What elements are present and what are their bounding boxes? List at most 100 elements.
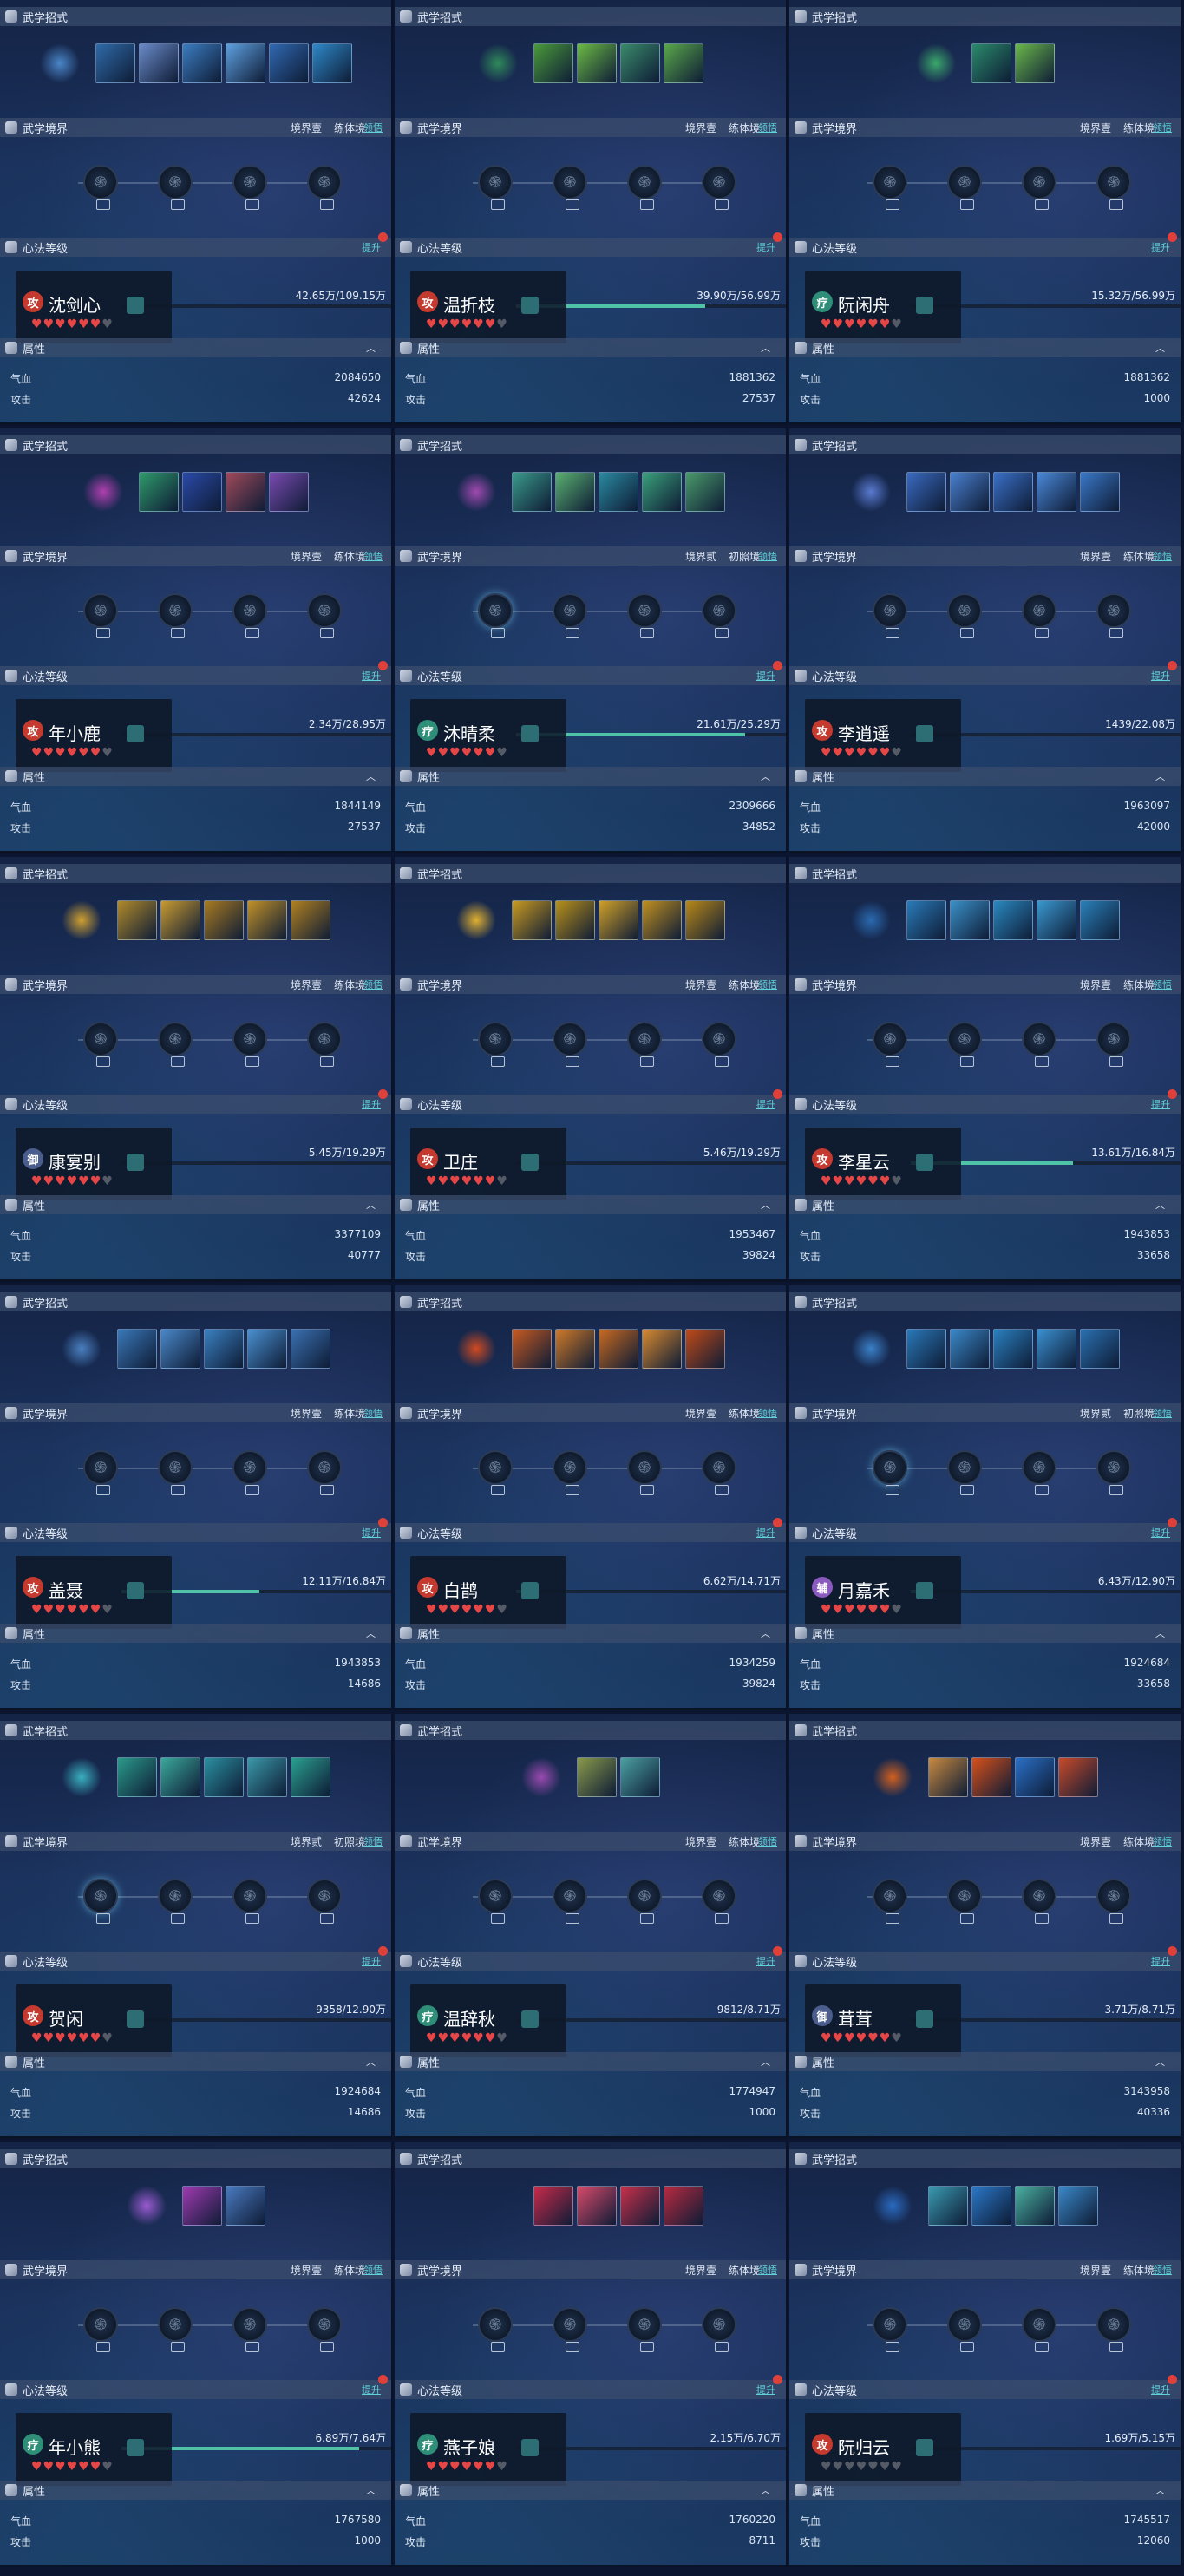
realm-node[interactable]: ֍ [478, 165, 513, 210]
skill-icon[interactable] [906, 1329, 946, 1369]
character-card[interactable]: 攻白鹊 ♥♥♥♥♥♥♥ [410, 1556, 566, 1629]
chevron-up-icon[interactable]: ︿ [761, 2483, 770, 2497]
skill-icon[interactable] [598, 1329, 638, 1369]
skill-icon[interactable] [225, 2186, 265, 2226]
character-card[interactable]: 辅月嘉禾 ♥♥♥♥♥♥♥ [805, 1556, 961, 1629]
main-skill-icon[interactable] [61, 1757, 101, 1797]
skill-icon[interactable] [181, 2186, 222, 2226]
main-skill-icon[interactable] [82, 472, 123, 512]
realm-node[interactable]: ֍ [478, 2307, 513, 2352]
upgrade-link[interactable]: 提升 [1151, 1097, 1170, 1111]
upgrade-link[interactable]: 提升 [362, 1097, 381, 1111]
skill-icon[interactable] [641, 900, 682, 940]
realm-node[interactable]: ֍ [873, 1879, 907, 1924]
realm-node[interactable]: ֍ [947, 2307, 982, 2352]
upgrade-link[interactable]: 提升 [1151, 669, 1170, 683]
character-card[interactable]: 御茸茸 ♥♥♥♥♥♥♥ [805, 1984, 961, 2057]
character-card[interactable]: 攻沈剑心 ♥♥♥♥♥♥♥ [16, 271, 172, 343]
upgrade-link[interactable]: 提升 [362, 2383, 381, 2396]
realm-node[interactable]: ֍ [158, 1879, 193, 1924]
skill-icon[interactable] [641, 1329, 682, 1369]
main-skill-icon[interactable] [455, 900, 496, 940]
realm-node[interactable]: ֍ [478, 1022, 513, 1067]
skill-icon[interactable] [554, 1329, 595, 1369]
skill-icon[interactable] [684, 1329, 725, 1369]
skill-icon[interactable] [181, 472, 222, 512]
realm-node[interactable]: ֍ [1022, 1450, 1056, 1495]
realm-node[interactable]: ֍ [307, 1022, 342, 1067]
chevron-up-icon[interactable]: ︿ [1155, 1626, 1165, 1640]
upgrade-link[interactable]: 提升 [756, 2383, 775, 2396]
main-skill-icon[interactable] [872, 1757, 913, 1797]
comprehend-link[interactable]: 领悟 [363, 977, 383, 991]
realm-node[interactable]: ֍ [627, 1022, 662, 1067]
skill-icon[interactable] [971, 2186, 1011, 2226]
main-skill-icon[interactable] [850, 900, 891, 940]
realm-node[interactable]: ֍ [1096, 1450, 1131, 1495]
chevron-up-icon[interactable]: ︿ [366, 1626, 376, 1640]
chevron-up-icon[interactable]: ︿ [761, 769, 770, 783]
skill-icon[interactable] [1079, 900, 1120, 940]
skill-icon[interactable] [554, 900, 595, 940]
skill-icon[interactable] [181, 43, 222, 83]
skill-icon[interactable] [95, 43, 135, 83]
skill-icon[interactable] [116, 1329, 157, 1369]
skill-icon[interactable] [511, 900, 552, 940]
chevron-up-icon[interactable]: ︿ [1155, 1198, 1165, 1212]
comprehend-link[interactable]: 领悟 [758, 2263, 777, 2277]
upgrade-link[interactable]: 提升 [362, 669, 381, 683]
realm-node[interactable]: ֍ [702, 593, 736, 638]
realm-node[interactable]: ֍ [158, 1022, 193, 1067]
realm-node[interactable]: ֍ [478, 1450, 513, 1495]
realm-node[interactable]: ֍ [158, 593, 193, 638]
upgrade-link[interactable]: 提升 [756, 240, 775, 254]
comprehend-link[interactable]: 领悟 [758, 549, 777, 563]
realm-node[interactable]: ֍ [702, 2307, 736, 2352]
upgrade-link[interactable]: 提升 [756, 1954, 775, 1968]
realm-node[interactable]: ֍ [307, 593, 342, 638]
realm-node[interactable]: ֍ [307, 1879, 342, 1924]
main-skill-icon[interactable] [39, 43, 80, 83]
realm-node[interactable]: ֍ [702, 165, 736, 210]
upgrade-link[interactable]: 提升 [756, 1097, 775, 1111]
character-card[interactable]: 攻盖聂 ♥♥♥♥♥♥♥ [16, 1556, 172, 1629]
realm-node[interactable]: ֍ [1022, 2307, 1056, 2352]
realm-node[interactable]: ֍ [83, 2307, 118, 2352]
realm-node[interactable]: ֍ [307, 2307, 342, 2352]
realm-node[interactable]: ֍ [702, 1879, 736, 1924]
main-skill-icon[interactable] [477, 43, 518, 83]
realm-node[interactable]: ֍ [553, 2307, 587, 2352]
realm-node[interactable]: ֍ [947, 1450, 982, 1495]
realm-node[interactable]: ֍ [232, 1450, 267, 1495]
skill-icon[interactable] [160, 1329, 200, 1369]
realm-node[interactable]: ֍ [1096, 1879, 1131, 1924]
realm-node[interactable]: ֍ [627, 1879, 662, 1924]
skill-icon[interactable] [641, 472, 682, 512]
chevron-up-icon[interactable]: ︿ [366, 2483, 376, 2497]
realm-node[interactable]: ֍ [1096, 1022, 1131, 1067]
character-card[interactable]: 攻阮归云 ♥♥♥♥♥♥♥ [805, 2413, 961, 2486]
comprehend-link[interactable]: 领悟 [363, 1834, 383, 1848]
skill-icon[interactable] [619, 2186, 660, 2226]
realm-node[interactable]: ֍ [702, 1450, 736, 1495]
character-card[interactable]: 攻贺闲 ♥♥♥♥♥♥♥ [16, 1984, 172, 2057]
realm-node[interactable]: ֍ [83, 593, 118, 638]
upgrade-link[interactable]: 提升 [756, 669, 775, 683]
skill-icon[interactable] [203, 1757, 244, 1797]
chevron-up-icon[interactable]: ︿ [761, 1198, 770, 1212]
skill-icon[interactable] [619, 43, 660, 83]
realm-node[interactable]: ֍ [307, 165, 342, 210]
skill-icon[interactable] [663, 2186, 703, 2226]
character-card[interactable]: 疗燕子娘 ♥♥♥♥♥♥♥ [410, 2413, 566, 2486]
skill-icon[interactable] [268, 472, 309, 512]
skill-icon[interactable] [619, 1757, 660, 1797]
realm-node[interactable]: ֍ [83, 165, 118, 210]
realm-node[interactable]: ֍ [158, 1450, 193, 1495]
realm-node[interactable]: ֍ [83, 1450, 118, 1495]
main-skill-icon[interactable] [455, 472, 496, 512]
skill-icon[interactable] [116, 900, 157, 940]
main-skill-icon[interactable] [850, 472, 891, 512]
realm-node[interactable]: ֍ [873, 2307, 907, 2352]
skill-icon[interactable] [906, 472, 946, 512]
chevron-up-icon[interactable]: ︿ [1155, 2055, 1165, 2069]
